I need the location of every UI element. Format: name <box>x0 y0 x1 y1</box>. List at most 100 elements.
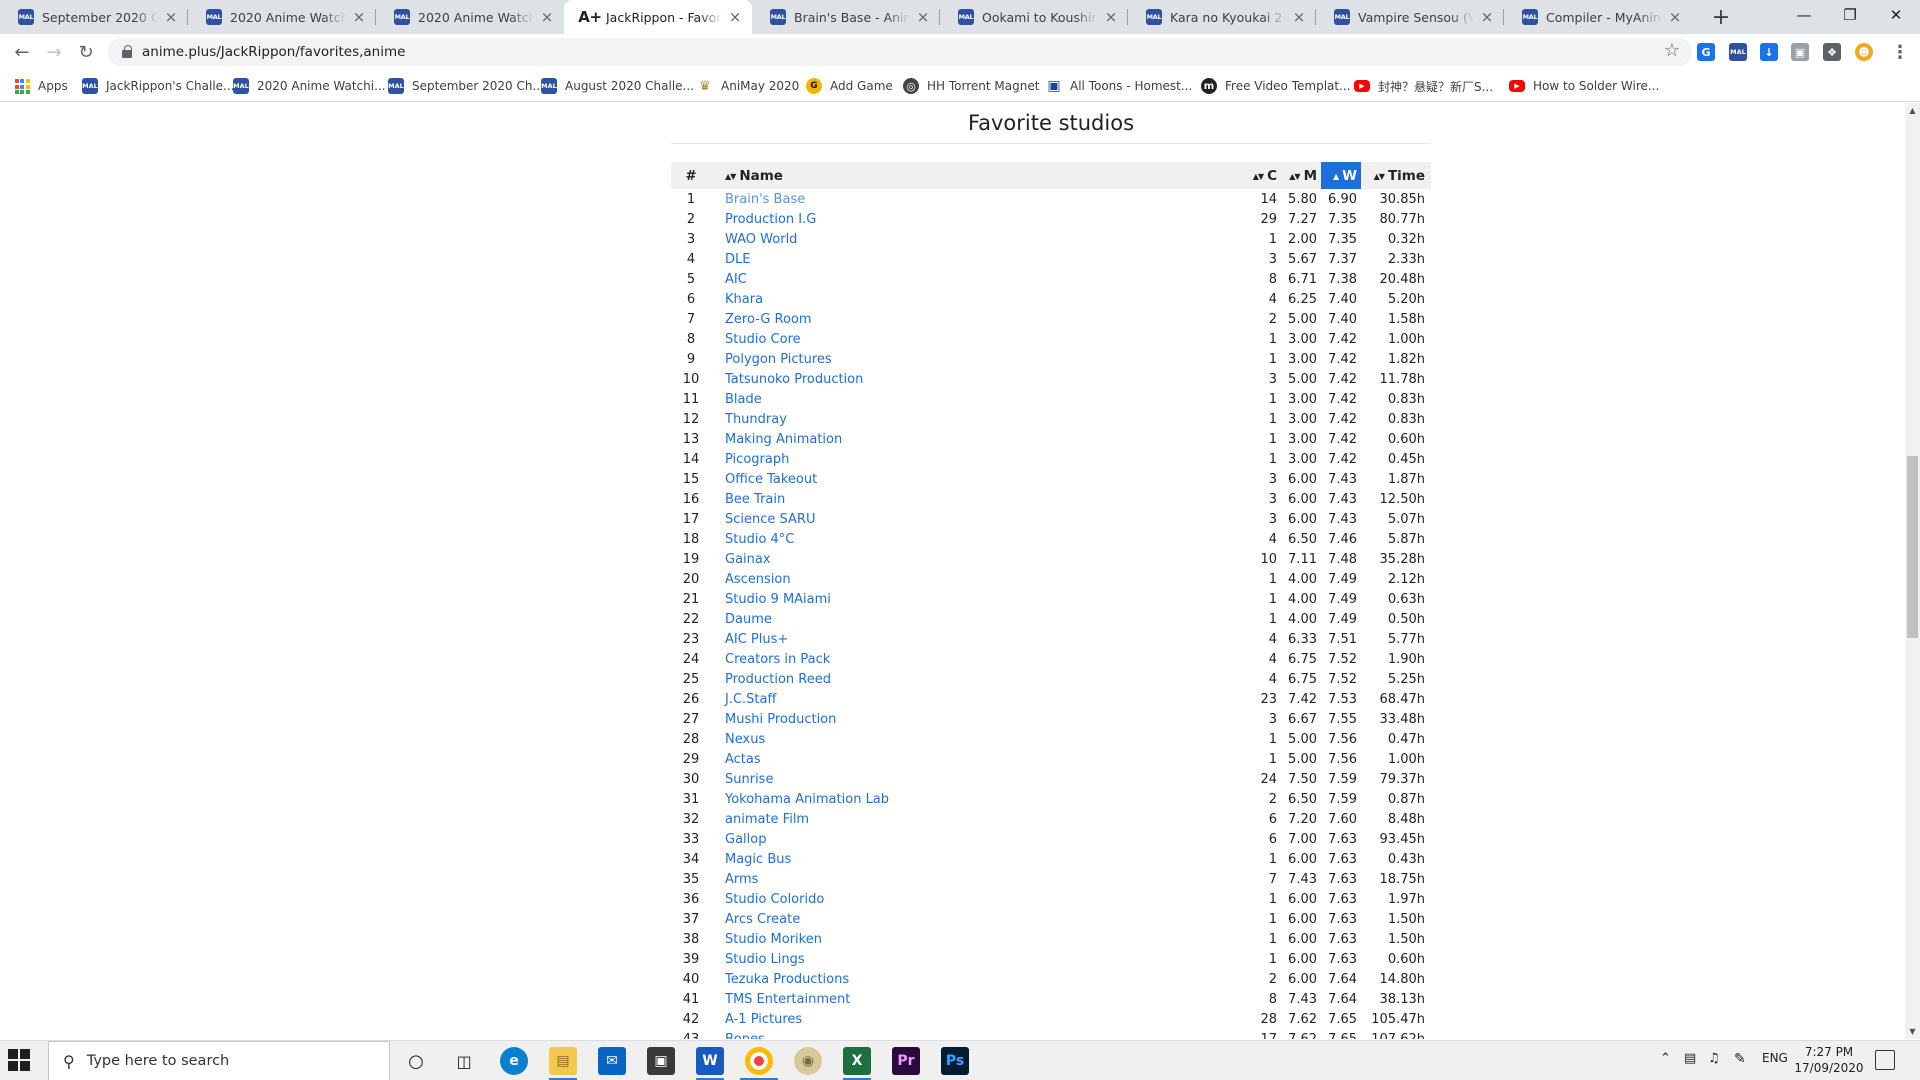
minimize-button[interactable]: — <box>1781 0 1827 30</box>
studio-name-link[interactable]: Arms <box>725 872 758 887</box>
studio-name-link[interactable]: Creators in Pack <box>725 652 830 667</box>
bookmark-item[interactable]: MAL JackRippon's Challe... <box>82 76 235 96</box>
extension-download-icon[interactable]: ↓ <box>1760 43 1778 61</box>
browser-tab[interactable]: MAL September 2020 Challenge× <box>0 0 188 34</box>
store-icon[interactable]: ▣ <box>647 1047 675 1075</box>
scroll-up-arrow[interactable]: ▲ <box>1905 103 1920 118</box>
studio-name-link[interactable]: A-1 Pictures <box>725 1012 802 1027</box>
studio-name-link[interactable]: Picograph <box>725 452 789 467</box>
bookmark-item[interactable]: ▶ 封神？悬疑？新厂S... <box>1354 76 1493 96</box>
browser-tab[interactable]: MAL Brain's Base - Anime Producer× <box>752 0 940 34</box>
bookmark-item[interactable]: ▣ All Toons - Homest... <box>1046 76 1192 96</box>
bookmark-item[interactable]: MAL August 2020 Challe... <box>541 76 694 96</box>
studio-name-link[interactable]: Making Animation <box>725 432 842 447</box>
system-clock[interactable]: 7:27 PM 17/09/2020 <box>1794 1044 1864 1076</box>
studio-name-link[interactable]: Bones <box>725 1032 765 1040</box>
bookmark-item[interactable]: ▶ How to Solder Wire... <box>1509 76 1659 96</box>
column-header-count[interactable]: ▲▼ C <box>1245 162 1281 189</box>
studio-name-link[interactable]: AIC <box>725 272 747 287</box>
address-url[interactable]: anime.plus/JackRippon/favorites,anime <box>142 44 405 60</box>
studio-name-link[interactable]: Production I.G <box>725 212 816 227</box>
browser-tab[interactable]: MAL 2020 Anime Watching Challenge× <box>188 0 376 34</box>
cortana-icon[interactable]: ○ <box>402 1047 430 1075</box>
column-header-time[interactable]: ▲▼ Time <box>1361 162 1431 189</box>
close-tab-icon[interactable]: × <box>914 8 932 26</box>
browser-tab[interactable]: MAL Vampire Sensou (Vampire Wars)× <box>1316 0 1504 34</box>
studio-name-link[interactable]: J.C.Staff <box>725 692 776 707</box>
studio-name-link[interactable]: Studio Colorido <box>725 892 824 907</box>
back-arrow-icon[interactable]: ← <box>8 38 36 66</box>
studio-name-link[interactable]: Sunrise <box>725 772 773 787</box>
studio-name-link[interactable]: Bee Train <box>725 492 785 507</box>
studio-name-link[interactable]: Magic Bus <box>725 852 791 867</box>
pen-icon[interactable]: ✎ <box>1734 1051 1746 1067</box>
column-header-name[interactable]: ▲▼ Name <box>711 162 1245 189</box>
extension-image-icon[interactable]: ▣ <box>1791 43 1809 61</box>
studio-name-link[interactable]: Polygon Pictures <box>725 352 832 367</box>
address-bar[interactable]: anime.plus/JackRippon/favorites,anime ☆ <box>108 38 1692 66</box>
edge-icon[interactable]: e <box>500 1047 528 1075</box>
studio-name-link[interactable]: Mushi Production <box>725 712 836 727</box>
column-header-mean[interactable]: ▲▼ M <box>1281 162 1321 189</box>
studio-name-link[interactable]: Ascension <box>725 572 791 587</box>
word-icon[interactable]: W <box>696 1047 724 1075</box>
studio-name-link[interactable]: Actas <box>725 752 761 767</box>
premiere-icon[interactable]: Pr <box>892 1047 920 1075</box>
task-view-icon[interactable]: ◫ <box>450 1047 478 1075</box>
studio-name-link[interactable]: animate Film <box>725 812 809 827</box>
language-indicator[interactable]: ENG <box>1762 1051 1788 1065</box>
windows-start-icon[interactable] <box>8 1049 32 1073</box>
notification-center-icon[interactable] <box>1875 1050 1895 1070</box>
extension-translate-icon[interactable]: G <box>1697 43 1715 61</box>
close-tab-icon[interactable]: × <box>1102 8 1120 26</box>
taskbar-search-box[interactable]: ⚲ Type here to search <box>48 1041 390 1080</box>
studio-name-link[interactable]: Office Takeout <box>725 472 817 487</box>
chrome-icon[interactable] <box>745 1047 773 1075</box>
studio-name-link[interactable]: Daume <box>725 612 772 627</box>
browser-tab[interactable]: MAL Kara no Kyoukai 2: Satsujin Kousatsu× <box>1128 0 1316 34</box>
browser-menu-icon[interactable]: ⋮ <box>1890 40 1910 64</box>
studio-name-link[interactable]: Studio 4°C <box>725 532 794 547</box>
tray-chevron-icon[interactable]: ⌃ <box>1660 1051 1671 1066</box>
studio-name-link[interactable]: DLE <box>725 252 750 267</box>
studio-name-link[interactable]: Studio Lings <box>725 952 805 967</box>
studio-name-link[interactable]: TMS Entertainment <box>725 992 850 1007</box>
close-tab-icon[interactable]: × <box>1290 8 1308 26</box>
studio-name-link[interactable]: Khara <box>725 292 763 307</box>
close-tab-icon[interactable]: × <box>538 8 556 26</box>
network-icon[interactable]: ▤ <box>1684 1051 1696 1066</box>
photoshop-icon[interactable]: Ps <box>941 1047 969 1075</box>
studio-name-link[interactable]: Nexus <box>725 732 765 747</box>
bookmark-item[interactable]: MAL September 2020 Ch... <box>388 76 544 96</box>
studio-name-link[interactable]: AIC Plus+ <box>725 632 788 647</box>
excel-icon[interactable]: X <box>843 1047 871 1075</box>
browser-tab[interactable]: MAL 2020 Anime Watching Challenge× <box>376 0 564 34</box>
scroll-down-arrow[interactable]: ▼ <box>1905 1024 1920 1039</box>
new-tab-button[interactable]: + <box>1706 2 1736 32</box>
studio-name-link[interactable]: Studio Core <box>725 332 801 347</box>
bookmark-item[interactable]: Apps <box>14 76 68 96</box>
bookmark-item[interactable]: ♛ AniMay 2020 <box>697 76 799 96</box>
close-tab-icon[interactable]: × <box>1478 8 1496 26</box>
studio-name-link[interactable]: Zero-G Room <box>725 312 812 327</box>
browser-tab[interactable]: A+JackRippon - Favorites× <box>564 0 752 34</box>
studio-name-link[interactable]: Brain's Base <box>725 192 805 207</box>
file-explorer-icon[interactable]: ▤ <box>549 1047 577 1075</box>
close-tab-icon[interactable]: × <box>726 8 744 26</box>
studio-name-link[interactable]: Tezuka Productions <box>725 972 849 987</box>
studio-name-link[interactable]: Production Reed <box>725 672 831 687</box>
browser-tab[interactable]: MAL Compiler - MyAnimeList× <box>1504 0 1692 34</box>
close-tab-icon[interactable]: × <box>1666 8 1684 26</box>
extensions-puzzle-icon[interactable]: ❖ <box>1823 43 1841 61</box>
studio-name-link[interactable]: Studio 9 MAiami <box>725 592 831 607</box>
bookmark-item[interactable]: MAL 2020 Anime Watchi... <box>233 76 386 96</box>
reload-icon[interactable]: ↻ <box>72 38 100 66</box>
close-tab-icon[interactable]: × <box>350 8 368 26</box>
column-header-weighted[interactable]: ▲ W <box>1321 162 1361 189</box>
restore-button[interactable]: ❐ <box>1827 0 1873 30</box>
studio-name-link[interactable]: Science SARU <box>725 512 815 527</box>
browser-tab[interactable]: MAL Ookami to Koushinryou× <box>940 0 1128 34</box>
studio-name-link[interactable]: Yokohama Animation Lab <box>725 792 889 807</box>
studio-name-link[interactable]: Gallop <box>725 832 766 847</box>
bookmark-star-icon[interactable]: ☆ <box>1664 40 1680 61</box>
